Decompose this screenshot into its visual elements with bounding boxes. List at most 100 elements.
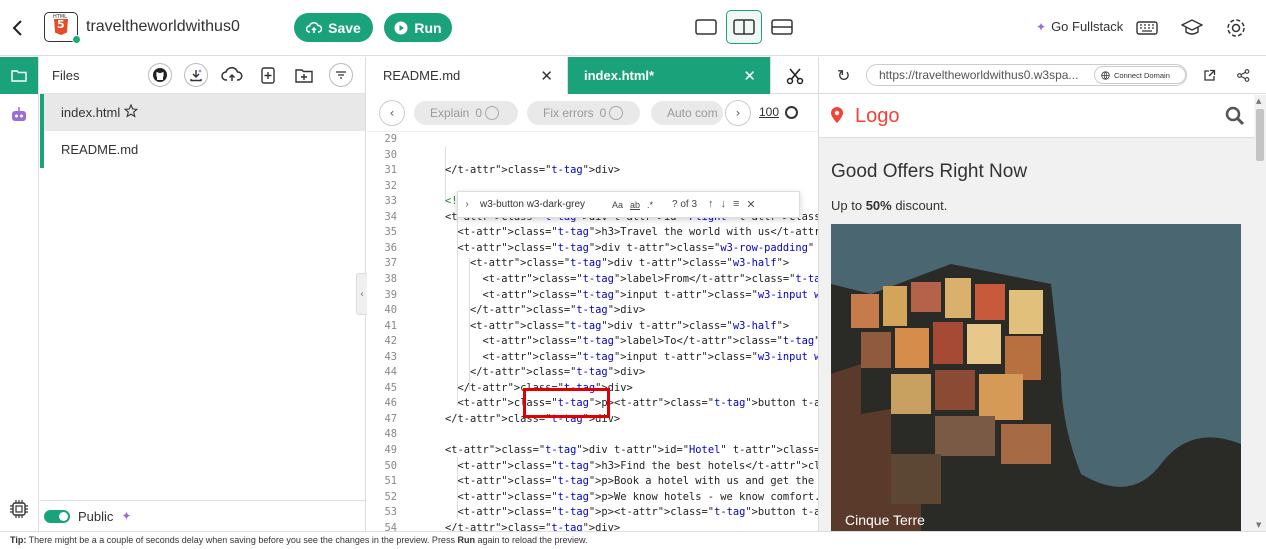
auto-complete-button[interactable]: Auto com <box>651 101 723 125</box>
match-word-option[interactable]: ab <box>630 200 640 210</box>
toggle-replace-icon[interactable]: › <box>458 199 476 210</box>
layout-split-vertical-button[interactable] <box>726 10 762 44</box>
run-button[interactable]: Run <box>384 13 452 42</box>
cloud-upload-icon <box>306 21 323 33</box>
line-number: 49 <box>384 444 397 456</box>
code-line[interactable]: 40 </t-attr">class="t-tag">div> <box>367 303 818 319</box>
regex-option[interactable]: .* <box>647 200 653 210</box>
zoom-level[interactable]: 100 <box>759 105 779 119</box>
code-text[interactable]: <t-attr">class="t-tag">p>Book a hotel wi… <box>445 474 818 490</box>
code-text[interactable]: </t-attr">class="t-tag">div> <box>445 163 620 179</box>
share-icon[interactable] <box>1235 67 1251 83</box>
zoom-icon[interactable] <box>785 106 798 119</box>
code-line[interactable]: 36 <t-attr">class="t-tag">div t-attr">cl… <box>367 241 818 257</box>
ai-download-icon[interactable] <box>184 63 208 87</box>
public-toggle[interactable] <box>44 509 70 523</box>
code-line[interactable]: 38 <t-attr">class="t-tag">label>From</t-… <box>367 272 818 288</box>
code-line[interactable]: 44 </t-attr">class="t-tag">div> <box>367 365 818 381</box>
explain-label: Explain <box>430 106 470 120</box>
code-text[interactable]: <t-attr">class="t-tag">div t-attr">id="H… <box>445 443 818 459</box>
code-line[interactable]: 35 <t-attr">class="t-tag">h3>Travel the … <box>367 225 818 241</box>
code-line[interactable]: 39 <t-attr">class="t-tag">input t-attr">… <box>367 288 818 304</box>
sparkle-icon[interactable]: ✦ <box>121 509 131 523</box>
code-line[interactable]: 42 <t-attr">class="t-tag">label>To</t-at… <box>367 334 818 350</box>
next-match-icon[interactable]: ↓ <box>721 198 727 211</box>
back-arrow-icon[interactable] <box>8 14 28 42</box>
code-text[interactable]: <t-attr">class="t-tag">p><t-attr">class=… <box>445 505 819 521</box>
preview-scrollbar[interactable]: ▲ ▼ <box>1254 95 1266 531</box>
file-item-readme[interactable]: README.md <box>40 131 365 168</box>
tab-index-html[interactable]: index.html* ✕ <box>568 57 770 94</box>
code-line[interactable]: 52 <t-attr">class="t-tag">p>We know hote… <box>367 490 818 506</box>
code-text[interactable]: <t-attr">class="t-tag">h3>Find the best … <box>445 459 819 475</box>
save-label: Save <box>328 19 361 36</box>
code-line[interactable]: 50 <t-attr">class="t-tag">h3>Find the be… <box>367 459 818 475</box>
new-file-icon[interactable] <box>256 63 280 87</box>
code-text[interactable]: <t-attr">class="t-tag">div t-attr">class… <box>445 256 789 272</box>
connect-domain-button[interactable]: Connect Domain <box>1094 66 1186 84</box>
layout-split-horizontal-button[interactable] <box>764 10 800 44</box>
code-text[interactable]: </t-attr">class="t-tag">div> <box>445 521 620 531</box>
project-name[interactable]: traveltheworldwithus0 <box>86 18 240 36</box>
code-line[interactable]: 29 <box>367 132 818 148</box>
reload-icon[interactable]: ↻ <box>837 66 850 85</box>
code-line[interactable]: 48 <box>367 427 818 443</box>
save-button[interactable]: Save <box>294 13 373 42</box>
files-panel: Files index.html README.md Public ✦ <box>40 57 366 531</box>
find-in-selection-icon[interactable]: ≡ <box>733 198 739 211</box>
code-text[interactable]: <t-attr">class="t-tag">div t-attr">class… <box>445 319 789 335</box>
file-item-index-html[interactable]: index.html <box>40 94 365 131</box>
code-text[interactable]: </t-attr">class="t-tag">div> <box>445 365 645 381</box>
star-icon[interactable] <box>123 103 139 121</box>
code-line[interactable]: 54 </t-attr">class="t-tag">div> <box>367 521 818 531</box>
scroll-right-icon[interactable]: › <box>725 100 751 126</box>
previous-match-icon[interactable]: ↑ <box>708 198 714 211</box>
code-text[interactable]: <t-attr">class="t-tag">input t-attr">cla… <box>445 350 818 366</box>
code-text[interactable]: </t-attr">class="t-tag">div> <box>445 303 645 319</box>
code-text[interactable]: <t-attr">class="t-tag">label>From</t-att… <box>445 272 818 288</box>
settings-gear-icon[interactable] <box>1224 16 1248 40</box>
keyboard-icon[interactable] <box>1135 16 1159 40</box>
connect-domain-label: Connect Domain <box>1114 70 1170 80</box>
code-text[interactable]: <t-attr">class="t-tag">label>To</t-attr"… <box>445 334 818 350</box>
match-case-option[interactable]: Aa <box>612 200 623 210</box>
upload-cloud-icon[interactable] <box>220 63 244 87</box>
graduation-cap-icon[interactable] <box>1180 16 1204 40</box>
filter-sort-icon[interactable] <box>329 63 353 87</box>
find-input[interactable]: w3-button w3-dark-grey <box>476 199 612 210</box>
close-tab-icon[interactable]: ✕ <box>540 67 553 85</box>
tools-scissors-icon[interactable] <box>770 57 818 94</box>
close-tab-icon[interactable]: ✕ <box>743 67 756 85</box>
code-text[interactable]: <t-attr">class="t-tag">input t-attr">cla… <box>445 288 818 304</box>
site-logo[interactable]: Logo <box>855 105 900 128</box>
code-line[interactable]: 30 <box>367 148 818 164</box>
close-find-icon[interactable]: ✕ <box>746 198 755 211</box>
code-line[interactable]: 41 <t-attr">class="t-tag">div t-attr">cl… <box>367 319 818 335</box>
new-folder-icon[interactable] <box>292 63 316 87</box>
code-line[interactable]: 49 <t-attr">class="t-tag">div t-attr">id=… <box>367 443 818 459</box>
files-folder-icon[interactable] <box>0 57 38 94</box>
code-line[interactable]: 51 <t-attr">class="t-tag">p>Book a hotel… <box>367 474 818 490</box>
github-icon[interactable] <box>148 63 172 87</box>
go-fullstack-button[interactable]: ✦ Go Fullstack <box>1036 19 1123 34</box>
open-external-icon[interactable] <box>1201 67 1217 83</box>
code-text[interactable]: <t-attr">class="t-tag">div t-attr">class… <box>445 241 818 257</box>
layout-code-only-button[interactable] <box>688 10 724 44</box>
code-text[interactable]: <t-attr">class="t-tag">p>We know hotels … <box>445 490 819 506</box>
fix-errors-button[interactable]: Fix errors 0 <box>527 101 640 125</box>
code-text[interactable]: <t-attr">class="t-tag">h3>Travel the wor… <box>445 225 819 241</box>
public-label: Public <box>78 508 114 524</box>
code-line[interactable]: 53 <t-attr">class="t-tag">p><t-attr">cla… <box>367 505 818 521</box>
scrollbar-thumb[interactable] <box>1256 109 1264 161</box>
code-line[interactable]: 43 <t-attr">class="t-tag">input t-attr">… <box>367 350 818 366</box>
processor-chip-icon[interactable] <box>9 499 29 519</box>
tip-text-end: again to reload the preview. <box>474 535 588 545</box>
tab-readme[interactable]: README.md ✕ <box>367 57 568 94</box>
explain-button[interactable]: Explain 0 <box>414 101 518 125</box>
code-line[interactable]: 37 <t-attr">class="t-tag">div t-attr">cl… <box>367 256 818 272</box>
code-text[interactable]: <t-attr">class="t-tag">p><t-attr">class=… <box>445 396 819 412</box>
ai-robot-icon[interactable] <box>9 105 29 125</box>
search-icon[interactable] <box>1225 106 1245 126</box>
code-line[interactable]: 31 </t-attr">class="t-tag">div> <box>367 163 818 179</box>
scroll-left-icon[interactable]: ‹ <box>379 100 405 126</box>
